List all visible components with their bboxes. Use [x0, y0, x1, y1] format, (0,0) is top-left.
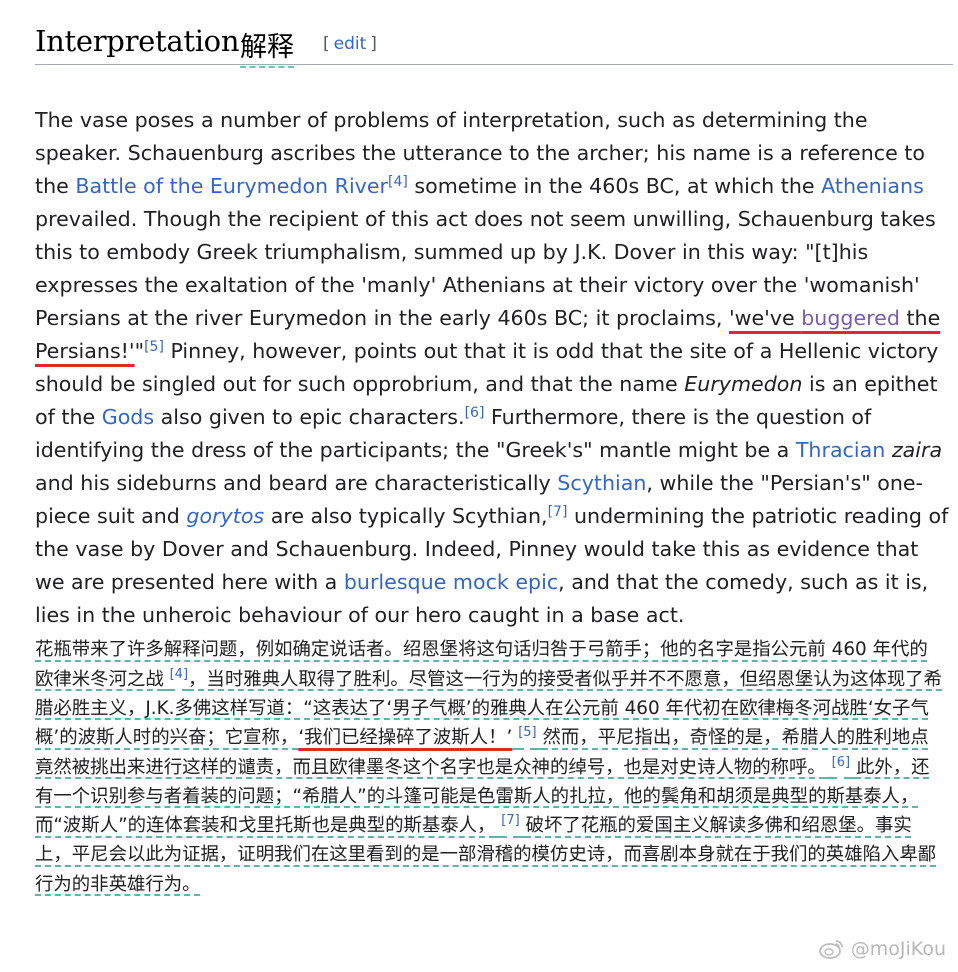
- link-athenians[interactable]: Athenians: [821, 174, 924, 198]
- link-battle-of-the-eurymedon[interactable]: Battle of the Eurymedon River: [75, 174, 388, 198]
- en-text: also given to epic characters.: [154, 404, 465, 429]
- citation-5-cn[interactable]: [5]: [518, 725, 536, 740]
- link-buggered[interactable]: buggered: [801, 306, 900, 330]
- citation-7[interactable]: [7]: [548, 504, 568, 520]
- citation-4-cn[interactable]: [4]: [170, 667, 188, 682]
- edit-section-link[interactable]: edit: [330, 34, 371, 54]
- english-paragraph: The vase poses a number of problems of i…: [35, 104, 953, 632]
- gorytos-italic: gorytos: [186, 503, 265, 528]
- citation-4[interactable]: [4]: [388, 174, 408, 190]
- link-gods[interactable]: Gods: [102, 405, 154, 429]
- watermark-text: @moJiKou: [850, 938, 946, 960]
- edit-section-link-wrapper: [edit]: [323, 34, 377, 54]
- weibo-icon: [818, 938, 845, 960]
- zh-text: 花瓶带来了许多解释问题，例如确定说话者。绍恩堡将这句话归咎于弓箭手；他的名字是指…: [35, 639, 942, 894]
- en-text: are also typically Scythian,: [264, 503, 548, 528]
- highlighted-quote-cn: ‘我们已经操碎了波斯人！’: [298, 727, 513, 749]
- eurymedon-italic: Eurymedon: [684, 371, 803, 396]
- section-title: Interpretation: [35, 24, 240, 58]
- link-gorytos[interactable]: gorytos: [186, 504, 264, 528]
- citation-6[interactable]: [6]: [465, 405, 485, 421]
- quote-text: 'we've: [728, 305, 802, 330]
- en-text: sometime in the 460s BC, at which the: [407, 173, 822, 198]
- link-scythian[interactable]: Scythian: [557, 471, 646, 495]
- citation-6-cn[interactable]: [6]: [832, 755, 850, 770]
- citation-5[interactable]: [5]: [144, 339, 164, 355]
- edit-bracket-open: [: [323, 34, 330, 54]
- section-heading: Interpretation 解释 [edit]: [35, 22, 953, 68]
- edit-bracket-close: ]: [370, 34, 377, 54]
- en-text: ": [134, 338, 145, 363]
- zaira-italic: zaira: [891, 437, 943, 462]
- citation-7-cn[interactable]: [7]: [501, 813, 519, 828]
- link-burlesque[interactable]: burlesque: [344, 570, 447, 594]
- en-text: and his sideburns and beard are characte…: [35, 470, 558, 495]
- watermark: @moJiKou: [818, 938, 946, 960]
- link-thracian[interactable]: Thracian: [796, 438, 885, 462]
- section-title-translation: 解释: [240, 25, 294, 68]
- chinese-translation-paragraph: 花瓶带来了许多解释问题，例如确定说话者。绍恩堡将这句话归咎于弓箭手；他的名字是指…: [35, 635, 945, 899]
- link-mock-epic[interactable]: mock epic: [453, 570, 558, 594]
